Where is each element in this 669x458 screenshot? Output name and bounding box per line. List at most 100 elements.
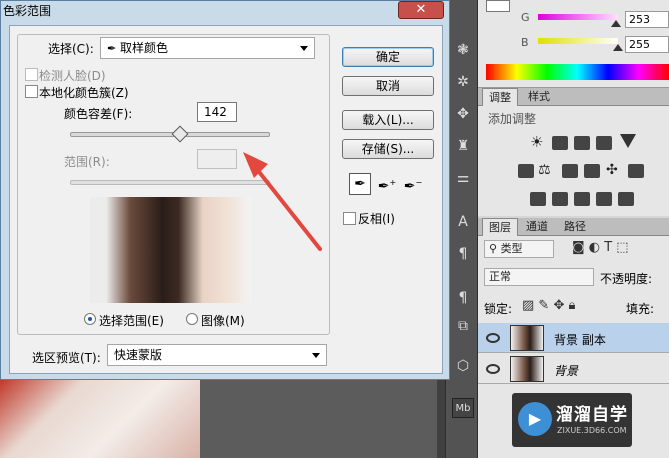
move-tool-icon[interactable]: ✥ [452, 104, 474, 124]
fuzziness-slider[interactable] [70, 132, 270, 137]
blend-mode-select[interactable]: 正常 [484, 268, 594, 286]
selection-radio[interactable] [84, 313, 96, 325]
gear-tool-icon[interactable]: ✲ [452, 72, 474, 92]
mb-tool-icon[interactable]: Mb [452, 398, 474, 418]
color-lookup-icon[interactable] [628, 164, 644, 178]
range-field [197, 149, 237, 169]
eyedropper-icon[interactable]: ✒ [349, 173, 371, 195]
layer-row-background[interactable]: 背景 [478, 354, 669, 384]
g-slider-thumb[interactable] [611, 20, 621, 27]
g-slider-track[interactable] [538, 14, 618, 20]
detect-faces-checkbox[interactable] [25, 68, 38, 81]
select-dropdown[interactable]: ✒ 取样颜色 [100, 37, 315, 59]
detect-faces-label: 检测人脸(D) [39, 69, 106, 83]
levels-icon[interactable] [552, 136, 568, 150]
color-range-dialog: 色彩范围 ✕ 选择(C): ✒ 取样颜色 检测人脸(D) 本地化颜色簇(Z) 颜… [0, 0, 450, 380]
ok-button[interactable]: 确定 [342, 47, 434, 67]
channel-mixer-icon[interactable]: ✣ [606, 162, 622, 178]
text-tool-icon[interactable]: A [452, 212, 474, 232]
opacity-label: 不透明度: [600, 272, 653, 286]
close-button[interactable]: ✕ [398, 1, 444, 19]
range-label: 范围(R): [64, 155, 110, 169]
threshold-icon[interactable] [574, 192, 590, 206]
tab-layers[interactable]: 图层 [482, 218, 518, 236]
brush-tool-icon[interactable]: ❃ [452, 40, 474, 60]
adjust-panel: 添加调整 ☀ ⚖ ✣ [478, 106, 669, 216]
paragraph-tool-icon[interactable]: ¶ [452, 244, 474, 264]
lock-label: 锁定: [484, 302, 513, 316]
layer-name[interactable]: 背景 副本 [554, 331, 606, 348]
image-radio[interactable] [186, 313, 198, 325]
eyedropper-plus-icon[interactable]: ✒+ [376, 173, 398, 195]
selection-preview-value: 快速蒙版 [114, 348, 163, 362]
fuzziness-label: 颜色容差(F): [64, 107, 133, 121]
b-channel-label: B [521, 36, 529, 49]
canvas-background [200, 380, 437, 458]
selective-color-icon[interactable] [618, 192, 634, 206]
b-value-field[interactable]: 255 [625, 36, 669, 53]
g-channel-label: G [521, 11, 530, 24]
visibility-eye-icon[interactable] [486, 364, 500, 374]
save-button[interactable]: 存储(S)... [342, 139, 434, 159]
invert-checkbox[interactable] [343, 212, 356, 225]
gradient-map-icon[interactable] [596, 192, 612, 206]
hue-saturation-icon[interactable] [518, 164, 534, 178]
layer-thumbnail [510, 325, 544, 351]
canvas-image-fragment [0, 380, 200, 458]
add-adjustment-label: 添加调整 [488, 112, 537, 126]
kind-label: 类型 [500, 242, 523, 255]
exposure-icon[interactable] [596, 136, 612, 150]
watermark: ▶ 溜溜自学 ZIXUE.3D66.COM [512, 393, 632, 447]
tab-styles[interactable]: 样式 [522, 88, 556, 106]
posterize-icon[interactable] [552, 192, 568, 206]
b-slider-thumb[interactable] [613, 44, 623, 51]
tab-paths[interactable]: 路径 [558, 218, 592, 236]
curves-icon[interactable] [574, 136, 590, 150]
selection-preview-dropdown[interactable]: 快速蒙版 [107, 344, 327, 366]
tab-adjust[interactable]: 调整 [482, 88, 518, 106]
layers-panel-tabs: 图层 通道 路径 [478, 218, 669, 236]
layer-row-background-copy[interactable]: 背景 副本 [478, 323, 669, 353]
visibility-eye-icon[interactable] [486, 333, 500, 343]
color-balance-icon[interactable]: ⚖ [538, 162, 554, 178]
transform-tool-icon[interactable]: ⧉ [452, 316, 474, 336]
cube-tool-icon[interactable]: ⬡ [452, 356, 474, 376]
cancel-button[interactable]: 取消 [342, 76, 434, 96]
tab-channels[interactable]: 通道 [520, 218, 554, 236]
load-button[interactable]: 载入(L)... [342, 110, 434, 130]
eyedropper-minus-icon[interactable]: ✒− [402, 173, 424, 195]
play-logo-icon: ▶ [518, 402, 552, 436]
b-slider-track[interactable] [538, 38, 618, 44]
watermark-title: 溜溜自学 [556, 405, 628, 425]
layer-thumbnail [510, 356, 544, 382]
stamp-tool-icon[interactable]: ♜ [452, 136, 474, 156]
localized-clusters-checkbox[interactable] [25, 85, 38, 98]
selection-preview-image [90, 197, 251, 303]
black-white-icon[interactable] [562, 164, 578, 178]
selection-radio-label: 选择范围(E) [99, 314, 164, 328]
fuzziness-field[interactable]: 142 [197, 102, 237, 122]
eyedropper-small-icon: ✒ [107, 42, 117, 55]
g-value-field[interactable]: 253 [625, 11, 669, 28]
localized-clusters-label: 本地化颜色簇(Z) [39, 86, 129, 100]
paragraph-tool-2-icon[interactable]: ¶ [452, 288, 474, 308]
vibrance-icon[interactable] [620, 134, 636, 148]
color-swatch[interactable] [486, 0, 510, 12]
color-spectrum-bar[interactable] [486, 64, 669, 80]
layer-name[interactable]: 背景 [554, 362, 578, 379]
select-value: 取样颜色 [120, 41, 169, 55]
photo-filter-icon[interactable] [584, 164, 600, 178]
slider-tool-icon[interactable]: ⚌ [452, 168, 474, 188]
fill-label: 填充: [626, 302, 655, 316]
invert-icon[interactable] [530, 192, 546, 206]
selection-preview-label: 选区预览(T): [32, 351, 101, 365]
lock-icons[interactable]: ▨ ✎ ✥ 🔒︎ [522, 298, 575, 313]
filter-icons[interactable]: ◙ ◐ T ⬚ [572, 240, 629, 255]
image-radio-label: 图像(M) [201, 314, 245, 328]
brightness-icon[interactable]: ☀ [530, 134, 546, 150]
range-slider [70, 180, 270, 185]
chevron-down-icon [300, 46, 308, 51]
chevron-down-icon [312, 353, 320, 358]
layer-filter-kind[interactable]: ⚲ 类型 [484, 240, 554, 258]
adjust-panel-tabs: 调整 样式 [478, 88, 669, 106]
